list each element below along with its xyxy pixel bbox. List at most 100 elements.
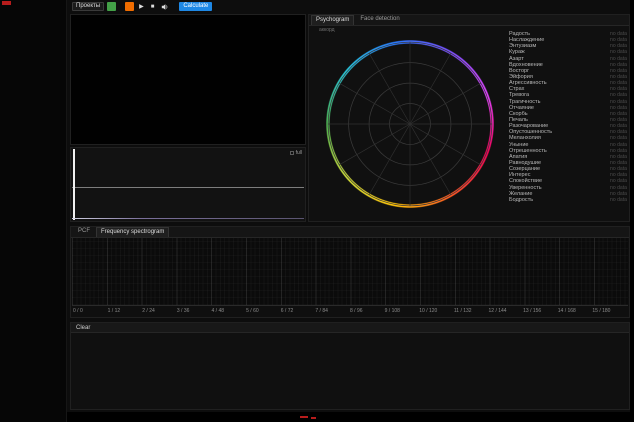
emotion-label: Азарт xyxy=(509,56,524,62)
green-tool-button[interactable] xyxy=(107,2,116,11)
emotion-label: Уныние xyxy=(509,142,528,148)
orange-tool-button[interactable] xyxy=(125,2,134,11)
play-icon: ▶ xyxy=(139,3,144,10)
emotion-label: Созерцание xyxy=(509,166,540,172)
emotion-label: Меланхолия xyxy=(509,136,541,142)
clear-button[interactable]: Clear xyxy=(74,325,92,331)
emotion-label: Интерес xyxy=(509,172,530,178)
emotion-value: no data xyxy=(610,142,627,147)
emotion-value: no data xyxy=(610,124,627,129)
emotion-label: Уверенность xyxy=(509,185,542,191)
time-label: 12 / 144 xyxy=(489,308,524,316)
emotion-row: Бодрость no data xyxy=(509,197,627,203)
waveform-scrollbar[interactable] xyxy=(72,218,304,219)
psychogram-grid xyxy=(317,31,503,217)
waveform-panel: full xyxy=(70,147,306,222)
tab-face-detection[interactable]: Face detection xyxy=(355,14,404,25)
emotion-value: no data xyxy=(610,191,627,196)
emotion-label: Эйфория xyxy=(509,74,533,80)
emotion-value: no data xyxy=(610,50,627,55)
time-label: 6 / 72 xyxy=(281,308,316,316)
tab-psychogram[interactable]: Psychogram xyxy=(311,15,354,25)
time-label: 11 / 132 xyxy=(454,308,489,316)
emotion-label: Желание xyxy=(509,191,532,197)
emotion-value: no data xyxy=(610,179,627,184)
recording-indicator xyxy=(2,1,11,5)
emotion-label: Спокойствие xyxy=(509,179,542,185)
waveform-baseline xyxy=(72,187,304,188)
time-label: 10 / 120 xyxy=(419,308,454,316)
log-header: Clear xyxy=(71,323,629,333)
emotion-value: no data xyxy=(610,167,627,172)
spectrogram-tabs: PCF Frequency spectrogram xyxy=(71,227,629,238)
emotion-value: no data xyxy=(610,81,627,86)
time-label: 15 / 180 xyxy=(592,308,627,316)
emotion-value: no data xyxy=(610,173,627,178)
emotion-value: no data xyxy=(610,185,627,190)
emotion-value: no data xyxy=(610,93,627,98)
emotion-value: no data xyxy=(610,56,627,61)
left-sidebar xyxy=(0,0,67,422)
emotion-label: Вдохновение xyxy=(509,62,543,68)
emotion-label: Кураж xyxy=(509,50,525,56)
emotion-label: Страх xyxy=(509,87,524,93)
time-label: 9 / 108 xyxy=(385,308,420,316)
time-label: 5 / 60 xyxy=(246,308,281,316)
tab-pcf[interactable]: PCF xyxy=(73,226,95,237)
emotion-label: Скорбь xyxy=(509,111,528,117)
emotion-value: no data xyxy=(610,31,627,36)
emotion-list: Радость no data Наслаждение no data Энту… xyxy=(509,31,627,203)
time-label: 3 / 36 xyxy=(177,308,212,316)
stop-button[interactable]: ■ xyxy=(149,2,157,11)
emotion-value: no data xyxy=(610,111,627,116)
volume-button[interactable] xyxy=(159,2,171,11)
emotion-value: no data xyxy=(610,87,627,92)
time-label: 2 / 24 xyxy=(142,308,177,316)
emotion-label: Бодрость xyxy=(509,197,533,203)
time-label: 13 / 156 xyxy=(523,308,558,316)
emotion-label: Трагичность xyxy=(509,99,540,105)
time-label: 1 / 12 xyxy=(108,308,143,316)
emotion-value: no data xyxy=(610,136,627,141)
emotion-label: Равнодушие xyxy=(509,160,541,166)
spectrogram-panel: PCF Frequency spectrogram 0 / 0 1 / 12 2… xyxy=(70,226,630,318)
spectrogram-grid xyxy=(72,238,628,306)
emotion-label: Энтузиазм xyxy=(509,44,536,50)
video-preview xyxy=(70,14,306,145)
emotion-label: Агрессивность xyxy=(509,80,547,86)
emotion-label: Опустошенность xyxy=(509,129,552,135)
psychogram-chart: аккорд xyxy=(317,31,503,217)
time-label: 4 / 48 xyxy=(212,308,247,316)
emotion-value: no data xyxy=(610,197,627,202)
emotion-value: no data xyxy=(610,44,627,49)
emotion-label: Разочарование xyxy=(509,123,548,129)
emotion-label: Апатия xyxy=(509,154,527,160)
toolbar: Проекты ▶ ■ Calculate xyxy=(72,1,212,12)
calculate-button[interactable]: Calculate xyxy=(179,2,212,11)
emotion-value: no data xyxy=(610,105,627,110)
time-label: 14 / 168 xyxy=(558,308,593,316)
play-button[interactable]: ▶ xyxy=(137,2,146,11)
emotion-value: no data xyxy=(610,148,627,153)
log-output xyxy=(71,333,629,409)
emotion-value: no data xyxy=(610,38,627,43)
tab-frequency-spectrogram[interactable]: Frequency spectrogram xyxy=(96,227,169,237)
emotion-label: Наслаждение xyxy=(509,37,544,43)
projects-button[interactable]: Проекты xyxy=(72,2,104,11)
emotion-label: Отрешенность xyxy=(509,148,547,154)
full-toggle[interactable]: full xyxy=(290,150,302,156)
speaker-icon xyxy=(161,3,169,11)
emotion-value: no data xyxy=(610,74,627,79)
main-area: Проекты ▶ ■ Calculate full xyxy=(67,0,630,412)
time-axis: 0 / 0 1 / 12 2 / 24 3 / 36 4 / 48 5 / 60… xyxy=(73,308,627,316)
emotion-value: no data xyxy=(610,62,627,67)
playhead[interactable] xyxy=(73,149,75,220)
analysis-panel: Psychogram Face detection аккорд xyxy=(308,14,630,222)
full-label: full xyxy=(296,150,302,156)
emotion-label: Печаль xyxy=(509,117,528,123)
app-window: Проекты ▶ ■ Calculate full xyxy=(0,0,634,422)
stop-icon: ■ xyxy=(151,4,155,10)
time-label: 7 / 84 xyxy=(315,308,350,316)
emotion-value: no data xyxy=(610,68,627,73)
time-label: 0 / 0 xyxy=(73,308,108,316)
